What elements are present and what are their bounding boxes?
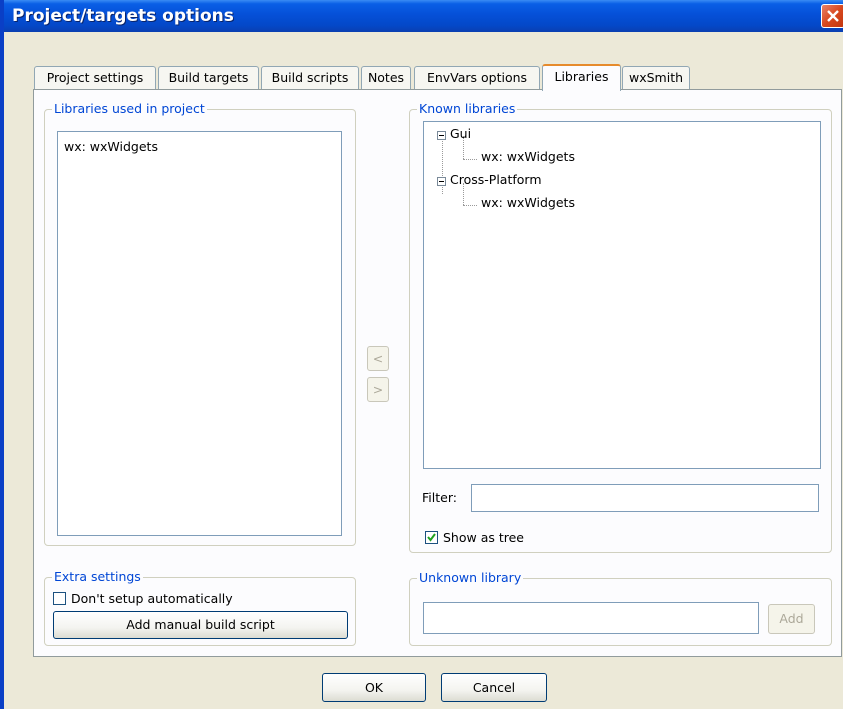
tree-node-cross-platform[interactable]: Cross-Platform xyxy=(450,172,542,187)
tab-libraries[interactable]: Libraries xyxy=(542,64,621,91)
used-libraries-list[interactable]: wx: wxWidgets xyxy=(57,131,342,536)
unknown-library-legend: Unknown library xyxy=(417,570,524,586)
dont-setup-checkbox[interactable] xyxy=(53,592,66,605)
remove-library-button[interactable]: > xyxy=(367,377,389,402)
known-libraries-group: Known libraries Gui wx: wxWidgets Cross-… xyxy=(409,101,832,553)
known-libraries-legend: Known libraries xyxy=(417,101,518,117)
list-item[interactable]: wx: wxWidgets xyxy=(64,139,158,154)
close-icon xyxy=(827,10,839,22)
checkmark-icon xyxy=(427,533,436,542)
tree-node-cross-platform-wxwidgets[interactable]: wx: wxWidgets xyxy=(481,195,575,210)
tab-panel-libraries: Libraries used in project wx: wxWidgets … xyxy=(33,89,842,657)
close-button[interactable] xyxy=(821,4,843,28)
filter-label: Filter: xyxy=(422,490,457,505)
window-title: Project/targets options xyxy=(12,6,234,26)
extra-settings-legend: Extra settings xyxy=(52,569,143,585)
tab-build-targets[interactable]: Build targets xyxy=(158,66,259,90)
add-library-button[interactable]: < xyxy=(367,346,389,371)
tree-node-gui[interactable]: Gui xyxy=(450,126,471,141)
collapse-gui-icon[interactable] xyxy=(437,131,446,140)
used-libraries-group: Libraries used in project wx: wxWidgets xyxy=(44,101,356,546)
tab-project-settings[interactable]: Project settings xyxy=(34,66,156,90)
unknown-library-group: Unknown library Add xyxy=(409,570,832,646)
tab-wxsmith[interactable]: wxSmith xyxy=(622,66,690,90)
show-as-tree-label: Show as tree xyxy=(443,530,524,545)
dont-setup-label: Don't setup automatically xyxy=(71,591,233,606)
add-unknown-library-button[interactable]: Add xyxy=(768,604,815,634)
tree-node-gui-wxwidgets[interactable]: wx: wxWidgets xyxy=(481,149,575,164)
cancel-button[interactable]: Cancel xyxy=(441,673,547,702)
title-bar[interactable]: Project/targets options xyxy=(4,0,843,32)
add-manual-build-script-button[interactable]: Add manual build script xyxy=(53,611,348,639)
known-libraries-tree[interactable]: Gui wx: wxWidgets Cross-Platform wx: wxW… xyxy=(423,121,821,469)
tab-build-scripts[interactable]: Build scripts xyxy=(261,66,359,90)
ok-button[interactable]: OK xyxy=(322,673,426,702)
filter-input[interactable] xyxy=(471,484,819,512)
dialog-window: Project/targets options Project settings… xyxy=(0,0,843,709)
show-as-tree-checkbox[interactable] xyxy=(425,531,438,544)
tab-notes[interactable]: Notes xyxy=(361,66,411,90)
tab-envvars-options[interactable]: EnvVars options xyxy=(414,66,540,90)
collapse-cross-platform-icon[interactable] xyxy=(437,177,446,186)
extra-settings-group: Extra settings Don't setup automatically… xyxy=(44,569,356,646)
used-libraries-legend: Libraries used in project xyxy=(52,101,207,117)
unknown-library-input[interactable] xyxy=(423,602,759,634)
